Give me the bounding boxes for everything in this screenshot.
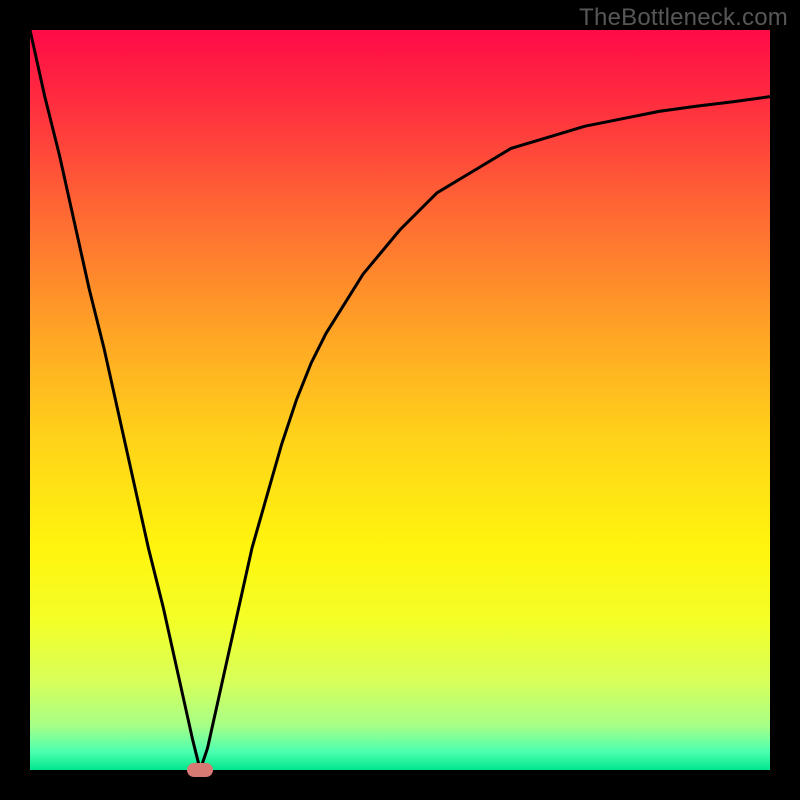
chart-frame bbox=[30, 30, 770, 770]
optimal-point-marker bbox=[187, 763, 213, 777]
watermark-text: TheBottleneck.com bbox=[579, 4, 788, 32]
gradient-background bbox=[30, 30, 770, 770]
bottleneck-chart bbox=[30, 30, 770, 770]
